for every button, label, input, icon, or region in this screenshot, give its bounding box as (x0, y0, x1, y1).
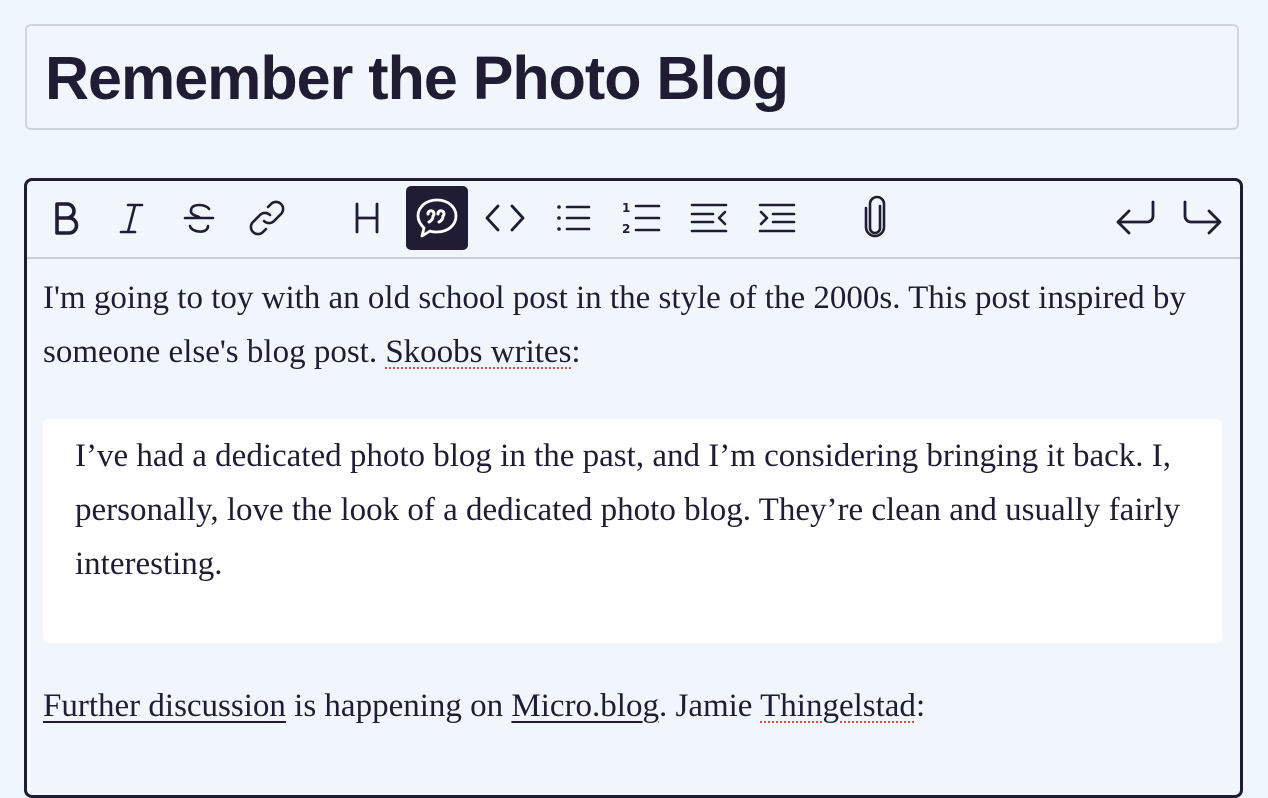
increase-indent-button[interactable] (747, 187, 807, 249)
strikethrough-icon (179, 198, 219, 238)
post-title-field[interactable]: Remember the Photo Blog (25, 24, 1239, 130)
paragraph: Further discussion is happening on Micro… (43, 688, 926, 724)
editor-toolbar: 12 (27, 181, 1240, 259)
italic-icon (111, 198, 151, 238)
link-icon (245, 196, 289, 240)
thingelstad-link[interactable]: Thingelstad (760, 688, 916, 724)
blockquote: I’ve had a dedicated photo blog in the p… (43, 419, 1222, 643)
italic-button[interactable] (101, 187, 161, 249)
quote-text: I’ve had a dedicated photo blog in the p… (75, 438, 1181, 582)
attach-button[interactable] (845, 187, 905, 249)
code-button[interactable] (475, 187, 535, 249)
link-button[interactable] (237, 187, 297, 249)
micro-blog-link[interactable]: Micro.blog (511, 688, 659, 724)
bullet-list-button[interactable] (543, 187, 603, 249)
further-discussion-link[interactable]: Further discussion (43, 688, 286, 724)
skoobs-link[interactable]: Skoobs writes (385, 334, 571, 370)
undo-button[interactable] (1105, 187, 1165, 249)
outdent-icon (687, 198, 731, 238)
rich-text-editor[interactable]: 12 I'm going to toy with an old school p… (24, 178, 1243, 798)
decrease-indent-button[interactable] (679, 187, 739, 249)
quote-button[interactable] (406, 186, 468, 250)
redo-button[interactable] (1173, 187, 1233, 249)
editor-body[interactable]: I'm going to toy with an old school post… (43, 271, 1224, 379)
heading-icon (347, 198, 387, 238)
paperclip-icon (860, 194, 890, 242)
strikethrough-button[interactable] (169, 187, 229, 249)
paragraph: I'm going to toy with an old school post… (43, 280, 1186, 370)
post-title[interactable]: Remember the Photo Blog (45, 42, 789, 114)
svg-text:2: 2 (622, 222, 630, 236)
bold-icon (45, 198, 85, 238)
svg-text:1: 1 (622, 201, 630, 215)
numbered-list-icon: 12 (619, 196, 663, 240)
indent-icon (755, 198, 799, 238)
numbered-list-button[interactable]: 12 (611, 187, 671, 249)
quote-icon (414, 195, 460, 241)
undo-icon (1111, 196, 1159, 240)
redo-icon (1179, 196, 1227, 240)
heading-button[interactable] (337, 187, 397, 249)
bold-button[interactable] (35, 187, 95, 249)
bullet-list-icon (551, 198, 595, 238)
code-icon (481, 198, 529, 238)
